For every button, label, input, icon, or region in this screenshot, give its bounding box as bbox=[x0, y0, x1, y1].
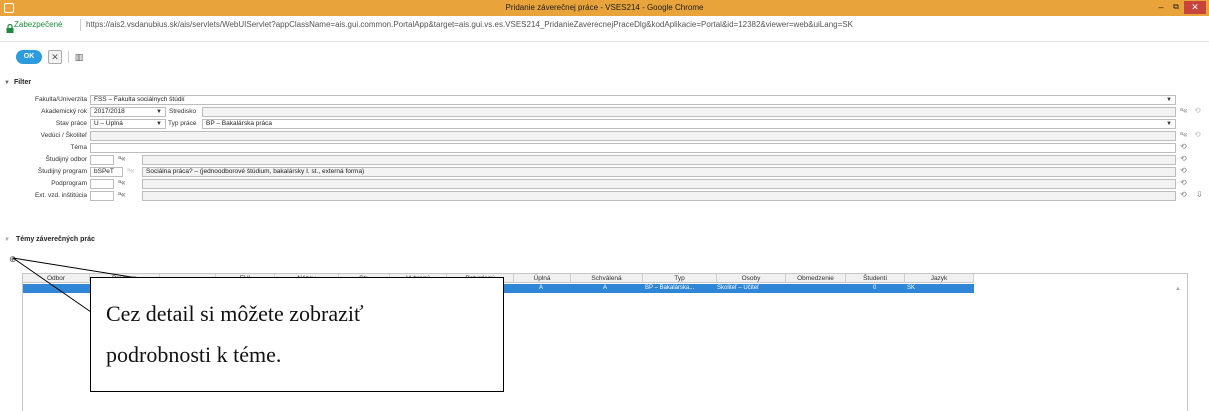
program-code-input[interactable]: bSPeT bbox=[90, 167, 123, 177]
reset-icon[interactable]: ⟲ bbox=[1194, 106, 1201, 115]
tema-input[interactable] bbox=[90, 143, 1176, 153]
reset-icon[interactable]: ⟲ bbox=[1180, 166, 1187, 175]
typ-label: Typ práce bbox=[168, 120, 197, 127]
secure-label[interactable]: Zabezpečené bbox=[14, 20, 62, 29]
toolbar-separator bbox=[68, 51, 69, 63]
column-uplna[interactable]: Úplná bbox=[514, 274, 571, 283]
chevron-down-icon[interactable]: ▼ bbox=[156, 108, 162, 116]
program-code: bSPeT bbox=[94, 168, 114, 175]
podprogram-code-input[interactable] bbox=[90, 179, 114, 189]
callout-line-1: Cez detail si môžete zobraziť bbox=[106, 301, 364, 326]
reset-icon[interactable]: ⟲ bbox=[1180, 142, 1187, 151]
tooltip-callout: Cez detail si môžete zobraziť podrobnost… bbox=[90, 277, 504, 392]
reset-icon[interactable]: ⟲ bbox=[1180, 178, 1187, 187]
filter-title: Filter bbox=[13, 79, 32, 86]
themes-section-header[interactable]: ▼ Témy záverečných prác bbox=[4, 236, 95, 243]
row-institucia: Ext. vzd. inštitúcia ᵃ« ⟲ ⇩ bbox=[0, 190, 1209, 202]
stav-value: Ú – Úplná bbox=[94, 120, 123, 127]
row-rok: Akademický rok 2017/2018 ▼ Stredisko ᵃ« … bbox=[0, 106, 1209, 118]
callout-line-2: podrobnosti k téme. bbox=[106, 342, 282, 367]
row-tema: Téma ⟲ bbox=[0, 142, 1209, 154]
chevron-down-icon[interactable]: ▼ bbox=[1166, 96, 1172, 104]
fakulta-label: Fakulta/Univerzita bbox=[34, 96, 87, 103]
institucia-label: Ext. vzd. inštitúcia bbox=[34, 192, 87, 199]
row-odbor: Študijný odbor ᵃ« ⟲ bbox=[0, 154, 1209, 166]
minimize-icon[interactable]: – bbox=[1155, 1, 1167, 13]
chevron-down-icon[interactable]: ▼ bbox=[1166, 120, 1172, 128]
fakulta-value: FSS – Fakulta sociálnych štúdií bbox=[94, 96, 185, 103]
cancel-button[interactable]: ✕ bbox=[48, 50, 62, 64]
institucia-field[interactable] bbox=[142, 191, 1176, 201]
collapse-arrow-icon[interactable]: ▼ bbox=[4, 237, 14, 243]
cell-jazyk: SK bbox=[907, 285, 916, 291]
search-all-icon[interactable]: ᵃ« bbox=[118, 178, 125, 187]
close-icon[interactable]: ✕ bbox=[1184, 1, 1206, 14]
column-studenti[interactable]: Študenti bbox=[846, 274, 905, 283]
stredisko-label: Stredisko bbox=[169, 108, 197, 115]
row-stav: Stav práce Ú – Úplná ▼ Typ práce BP – Ba… bbox=[0, 119, 1209, 130]
column-jazyk[interactable]: Jazyk bbox=[905, 274, 974, 283]
tema-label: Téma bbox=[70, 144, 87, 151]
podprogram-label: Podprogram bbox=[51, 180, 87, 187]
program-value: Sociálna práca? – (jednoodborové štúdium… bbox=[146, 168, 365, 175]
institucia-code-input[interactable] bbox=[90, 191, 114, 201]
maximize-icon[interactable]: ⧉ bbox=[1170, 1, 1182, 13]
column-osoby[interactable]: Osoby bbox=[717, 274, 786, 283]
rok-select[interactable]: 2017/2018 ▼ bbox=[90, 107, 166, 117]
reset-icon[interactable]: ⟲ bbox=[1194, 130, 1201, 139]
fakulta-select[interactable]: FSS – Fakulta sociálnych štúdií ▼ bbox=[90, 95, 1176, 105]
search-all-icon[interactable]: ᵃ« bbox=[118, 190, 125, 199]
column-schvalena[interactable]: Schválená bbox=[571, 274, 643, 283]
column-typ[interactable]: Typ bbox=[643, 274, 717, 283]
collapse-arrow-icon[interactable]: ▼ bbox=[4, 80, 12, 86]
window-title: Pridanie záverečnej práce - VSES214 - Go… bbox=[505, 3, 704, 12]
odbor-label: Študijný odbor bbox=[45, 156, 87, 163]
row-podprogram: Podprogram ᵃ« ⟲ bbox=[0, 178, 1209, 190]
address-bar[interactable]: Zabezpečené https://ais2.vsdanubius.sk/a… bbox=[0, 16, 1209, 42]
program-field[interactable]: Sociálna práca? – (jednoodborové štúdium… bbox=[142, 167, 1176, 177]
rok-value: 2017/2018 bbox=[94, 108, 125, 115]
cell-typ: BP – Bakalárska... bbox=[645, 285, 695, 291]
typ-value: BP – Bakalárska práca bbox=[206, 120, 272, 127]
lock-icon bbox=[6, 24, 14, 33]
reset-icon[interactable]: ⟲ bbox=[1180, 190, 1187, 199]
search-all-icon[interactable]: ᵃ« bbox=[127, 166, 134, 175]
stredisko-field[interactable] bbox=[202, 107, 1176, 117]
veduci-label: Vedúci / Školiteľ bbox=[40, 132, 87, 139]
typ-select[interactable]: BP – Bakalárska práca ▼ bbox=[202, 119, 1176, 129]
ok-button[interactable]: OK bbox=[16, 50, 42, 64]
search-all-icon[interactable]: ᵃ« bbox=[1180, 130, 1187, 139]
podprogram-field[interactable] bbox=[142, 179, 1176, 189]
row-fakulta: Fakulta/Univerzita FSS – Fakulta sociáln… bbox=[0, 95, 1209, 106]
stav-label: Stav práce bbox=[55, 120, 87, 127]
filter-section-header[interactable]: ▼ Filter bbox=[4, 79, 31, 86]
veduci-field[interactable] bbox=[90, 131, 1176, 141]
search-all-icon[interactable]: ᵃ« bbox=[118, 154, 125, 163]
odbor-field[interactable] bbox=[142, 155, 1176, 165]
expand-down-icon[interactable]: ⇩ bbox=[1196, 190, 1203, 199]
cell-osoby: Školiteľ – Učiteľ bbox=[717, 285, 759, 291]
search-all-icon[interactable]: ᵃ« bbox=[1180, 106, 1187, 115]
column-obmedzenie[interactable]: Obmedzenie bbox=[786, 274, 846, 283]
cell-studenti: 0 bbox=[873, 285, 877, 291]
window-titlebar: Pridanie záverečnej práce - VSES214 - Go… bbox=[0, 0, 1209, 16]
row-program: Študijný program bSPeT ᵃ« Sociálna práca… bbox=[0, 166, 1209, 178]
column-odbor[interactable]: Odbor bbox=[23, 274, 90, 283]
url-text[interactable]: https://ais2.vsdanubius.sk/ais/servlets/… bbox=[86, 20, 853, 29]
program-label: Študijný program bbox=[37, 168, 87, 175]
columns-icon[interactable]: ▥ bbox=[73, 50, 85, 64]
cell-uplna: A bbox=[539, 285, 544, 291]
cell-schvalena: A bbox=[603, 285, 608, 291]
odbor-code-input[interactable] bbox=[90, 155, 114, 165]
dialog-toolbar: OK ✕ ▥ bbox=[0, 49, 1209, 69]
scroll-up-icon[interactable]: ▲ bbox=[1175, 286, 1181, 292]
themes-title: Témy záverečných prác bbox=[15, 236, 95, 243]
zoom-detail-icon[interactable]: ⊕ bbox=[9, 254, 17, 265]
address-separator bbox=[80, 19, 81, 31]
rok-label: Akademický rok bbox=[41, 108, 87, 115]
stav-select[interactable]: Ú – Úplná ▼ bbox=[90, 119, 166, 129]
reset-icon[interactable]: ⟲ bbox=[1180, 154, 1187, 163]
row-veduci: Vedúci / Školiteľ ᵃ« ⟲ bbox=[0, 130, 1209, 142]
chevron-down-icon[interactable]: ▼ bbox=[156, 120, 162, 128]
